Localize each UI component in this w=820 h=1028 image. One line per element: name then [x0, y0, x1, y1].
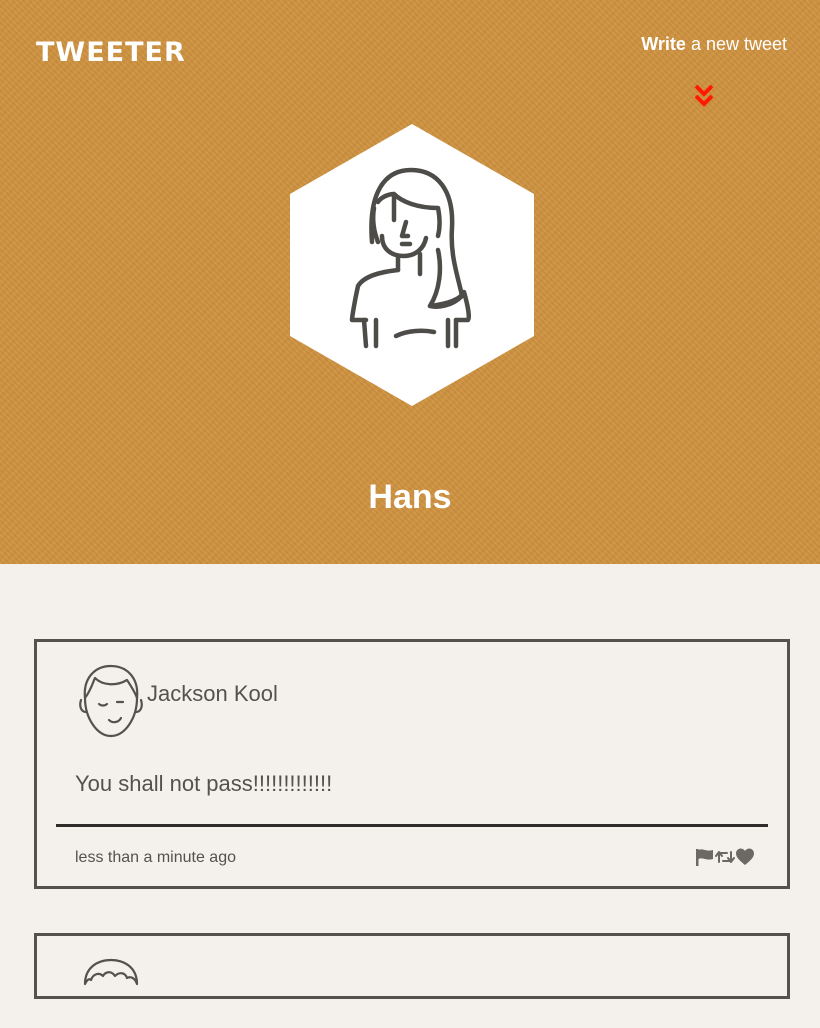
compose-strong-text: Write	[641, 34, 686, 54]
tweet-divider	[56, 824, 768, 827]
tweet-timestamp: less than a minute ago	[75, 849, 236, 866]
profile-header: TWEETER Write a new tweet Hans	[0, 0, 820, 564]
woman-avatar-icon	[290, 124, 534, 406]
retweet-icon[interactable]	[715, 847, 735, 867]
compose-rest-text: a new tweet	[685, 34, 787, 54]
tweet-card: Jackson Kool You shall not pass!!!!!!!!!…	[34, 639, 790, 889]
flag-icon[interactable]	[695, 847, 715, 867]
man-avatar-icon	[79, 664, 143, 738]
tweet-author[interactable]: Jackson Kool	[147, 680, 278, 708]
heart-icon[interactable]	[735, 847, 755, 867]
logo[interactable]: TWEETER	[36, 36, 186, 70]
tweet-text: You shall not pass!!!!!!!!!!!!!	[75, 771, 333, 796]
curly-hair-avatar-icon	[83, 958, 139, 986]
tweet-actions	[695, 847, 755, 867]
compose-tweet-link[interactable]: Write a new tweet	[641, 33, 787, 55]
profile-name: Hans	[368, 478, 452, 516]
tweet-card	[34, 933, 790, 999]
double-chevron-down-icon[interactable]	[694, 84, 714, 110]
